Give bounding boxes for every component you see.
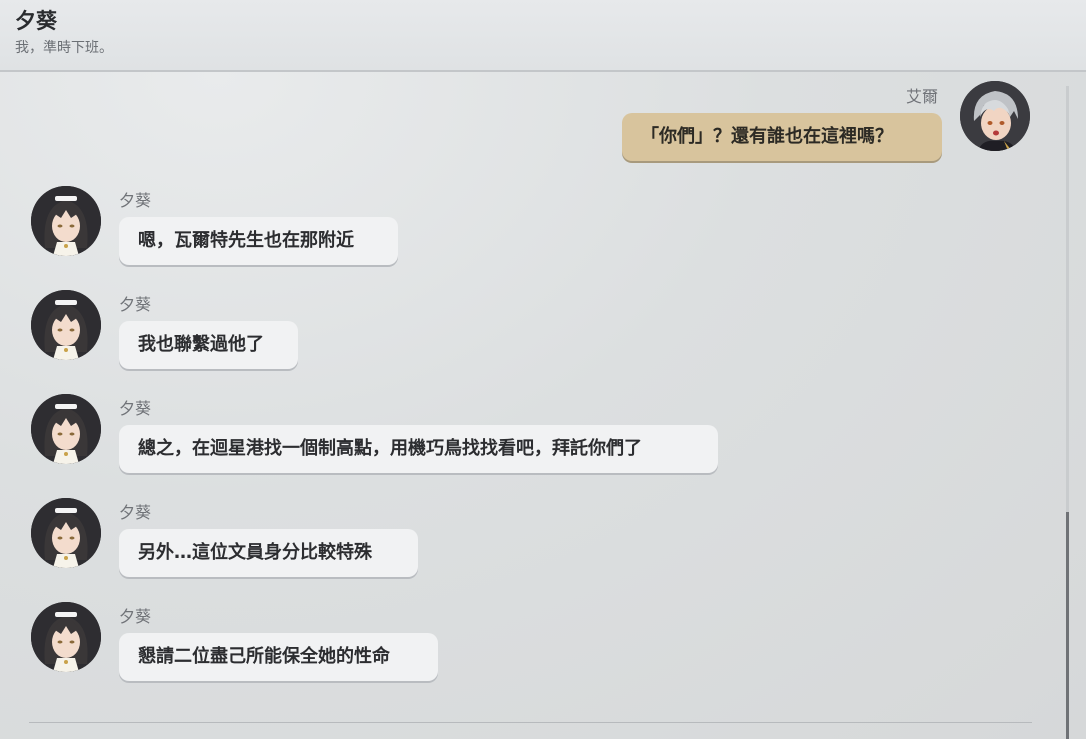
input-divider	[29, 722, 1032, 723]
message-bubble[interactable]: 總之，在迴星港找一個制高點，用機巧鳥找找看吧，拜託你們了	[119, 425, 718, 473]
avatar[interactable]	[31, 394, 101, 464]
female-character-avatar-icon	[31, 394, 101, 464]
message-bubble[interactable]: 嗯，瓦爾特先生也在那附近	[119, 217, 398, 265]
avatar[interactable]	[960, 81, 1030, 151]
sender-name: 夕葵	[119, 191, 152, 210]
message-bubble[interactable]: 「你們」？還有誰也在這裡嗎？	[622, 113, 942, 161]
female-character-avatar-icon	[31, 186, 101, 256]
avatar[interactable]	[31, 498, 101, 568]
female-character-avatar-icon	[31, 602, 101, 672]
scrollbar-thumb[interactable]	[1066, 512, 1069, 739]
message-list[interactable]: 艾爾 「你們」？還有誰也在這裡嗎？ 夕葵 嗯，瓦爾特先生也在那附近 夕葵 我也聯…	[0, 74, 1066, 722]
chat-header: 夕葵 我，準時下班。	[0, 0, 1086, 72]
avatar[interactable]	[31, 290, 101, 360]
female-character-avatar-icon	[31, 290, 101, 360]
avatar[interactable]	[31, 186, 101, 256]
message-bubble[interactable]: 另外…這位文員身分比較特殊	[119, 529, 418, 577]
contact-name: 夕葵	[15, 9, 57, 33]
male-character-avatar-icon	[960, 81, 1030, 151]
contact-signature: 我，準時下班。	[15, 40, 113, 56]
avatar[interactable]	[31, 602, 101, 672]
message-bubble[interactable]: 我也聯繫過他了	[119, 321, 298, 369]
sender-name: 夕葵	[119, 295, 152, 314]
sender-name: 夕葵	[119, 503, 152, 522]
sender-name: 艾爾	[906, 87, 939, 106]
message-bubble[interactable]: 懇請二位盡己所能保全她的性命	[119, 633, 438, 681]
sender-name: 夕葵	[119, 607, 152, 626]
sender-name: 夕葵	[119, 399, 152, 418]
female-character-avatar-icon	[31, 498, 101, 568]
